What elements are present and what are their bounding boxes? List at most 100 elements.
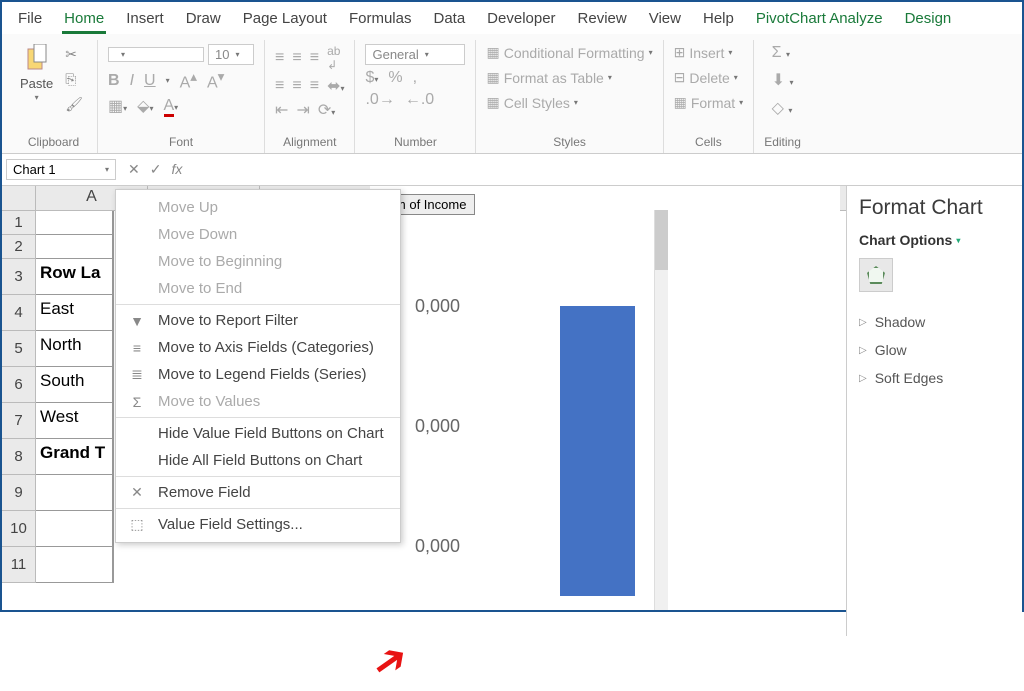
increase-indent-button[interactable]: ⇥ [296, 100, 309, 120]
cell[interactable]: Grand T [36, 439, 114, 475]
cell[interactable]: Row La [36, 259, 114, 295]
ribbon-group-styles: ▦ Conditional Formatting ▾ ▦ Format as T… [476, 40, 663, 153]
row-header[interactable]: 3 [2, 259, 36, 295]
autosum-button[interactable]: Σ ▾ [772, 44, 790, 62]
align-left-button[interactable]: ≡ [275, 77, 284, 95]
tab-page-layout[interactable]: Page Layout [241, 6, 329, 34]
ctx-move-legend-fields[interactable]: ≣Move to Legend Fields (Series) [116, 361, 400, 388]
row-header[interactable]: 8 [2, 439, 36, 475]
tab-view[interactable]: View [647, 6, 683, 34]
decrease-font-button[interactable]: A▾ [207, 69, 224, 92]
clear-button[interactable]: ◇ ▾ [772, 98, 793, 118]
format-cells-button[interactable]: ▦ Format ▾ [674, 94, 744, 111]
vertical-scrollbar[interactable] [654, 210, 668, 610]
row-header[interactable]: 7 [2, 403, 36, 439]
bold-button[interactable]: B [108, 72, 120, 90]
row-header[interactable]: 10 [2, 511, 36, 547]
tab-draw[interactable]: Draw [184, 6, 223, 34]
tab-pivotchart-analyze[interactable]: PivotChart Analyze [754, 6, 885, 34]
ribbon-group-font: ▾ 10▾ B I U▾ A▴ A▾ ▦▾ ⬙▾ A▾ Font [98, 40, 265, 153]
wrap-text-button[interactable]: ab↲ [327, 44, 340, 72]
italic-button[interactable]: I [130, 72, 134, 90]
merge-button[interactable]: ⬌▾ [327, 76, 344, 96]
increase-decimal-button[interactable]: .0→ [365, 91, 394, 109]
fill-color-button[interactable]: ⬙▾ [137, 96, 153, 116]
copy-button[interactable]: ⎘ [61, 69, 87, 90]
increase-font-button[interactable]: A▴ [180, 69, 197, 92]
align-bottom-button[interactable]: ≡ [310, 49, 319, 67]
ctx-hide-all-field-buttons[interactable]: Hide All Field Buttons on Chart [116, 447, 400, 474]
ctx-move-values: ΣMove to Values [116, 388, 400, 415]
accounting-format-button[interactable]: $▾ [365, 69, 378, 87]
align-middle-button[interactable]: ≡ [292, 49, 301, 67]
pivot-chart[interactable]: Sum of Income 0,000 0,000 0,000 [370, 186, 840, 606]
format-painter-button[interactable]: 🖌 [61, 94, 87, 115]
ctx-value-field-settings[interactable]: ⬚Value Field Settings... [116, 511, 400, 538]
decrease-indent-button[interactable]: ⇤ [275, 100, 288, 120]
conditional-formatting-button[interactable]: ▦ Conditional Formatting ▾ [486, 44, 652, 61]
ctx-move-down: Move Down [116, 221, 400, 248]
tab-design[interactable]: Design [903, 6, 954, 34]
ctx-move-beginning: Move to Beginning [116, 248, 400, 275]
comma-button[interactable]: , [413, 69, 417, 87]
cancel-formula-icon[interactable]: ✕ [128, 161, 140, 178]
effects-tab-icon[interactable] [859, 258, 893, 292]
tab-help[interactable]: Help [701, 6, 736, 34]
chart-options-dropdown[interactable]: Chart Options ▾ [859, 232, 1010, 248]
cell-styles-button[interactable]: ▦ Cell Styles ▾ [486, 94, 577, 111]
number-format-selector[interactable]: General▾ [365, 44, 465, 65]
row-header[interactable]: 9 [2, 475, 36, 511]
worksheet[interactable]: A B C D E F G 1 2 3Row La 4East 5North 6… [2, 186, 846, 636]
cut-button[interactable]: ✂ [61, 44, 87, 65]
select-all-corner[interactable] [2, 186, 36, 210]
row-header[interactable]: 6 [2, 367, 36, 403]
row-header[interactable]: 11 [2, 547, 36, 583]
row-header[interactable]: 2 [2, 235, 36, 259]
soft-edges-section[interactable]: ▷Soft Edges [859, 364, 1010, 392]
chart-bar [560, 306, 635, 596]
tab-home[interactable]: Home [62, 6, 106, 34]
row-header[interactable]: 4 [2, 295, 36, 331]
tab-insert[interactable]: Insert [124, 6, 166, 34]
group-label-number: Number [394, 131, 437, 153]
row-header[interactable]: 1 [2, 211, 36, 235]
enter-formula-icon[interactable]: ✓ [150, 161, 162, 178]
decrease-decimal-button[interactable]: ←.0 [405, 91, 434, 109]
ctx-hide-value-field-buttons[interactable]: Hide Value Field Buttons on Chart [116, 420, 400, 447]
cell[interactable]: South [36, 367, 114, 403]
cell[interactable]: West [36, 403, 114, 439]
tab-developer[interactable]: Developer [485, 6, 557, 34]
ctx-remove-field[interactable]: ✕Remove Field [116, 479, 400, 506]
cell[interactable]: East [36, 295, 114, 331]
ctx-move-end: Move to End [116, 275, 400, 302]
glow-section[interactable]: ▷Glow [859, 336, 1010, 364]
tab-data[interactable]: Data [431, 6, 467, 34]
annotation-arrow: ➔ [361, 630, 418, 690]
font-color-button[interactable]: A▾ [164, 97, 179, 115]
orientation-button[interactable]: ⟳▾ [318, 100, 335, 120]
shadow-section[interactable]: ▷Shadow [859, 308, 1010, 336]
ctx-move-axis-fields[interactable]: ≡Move to Axis Fields (Categories) [116, 334, 400, 361]
align-center-button[interactable]: ≡ [292, 77, 301, 95]
insert-cells-button[interactable]: ⊞ Insert ▾ [674, 44, 733, 61]
fx-icon[interactable]: fx [171, 161, 182, 178]
percent-button[interactable]: % [388, 69, 402, 87]
tab-review[interactable]: Review [576, 6, 629, 34]
paste-button[interactable]: Paste▾ [20, 44, 53, 102]
cell[interactable]: North [36, 331, 114, 367]
align-top-button[interactable]: ≡ [275, 49, 284, 67]
delete-cells-button[interactable]: ⊟ Delete ▾ [674, 69, 738, 86]
fill-button[interactable]: ⬇ ▾ [772, 70, 794, 90]
borders-button[interactable]: ▦▾ [108, 96, 127, 116]
name-box[interactable]: Chart 1▾ [6, 159, 116, 180]
tab-file[interactable]: File [16, 6, 44, 34]
ctx-move-report-filter[interactable]: ▼Move to Report Filter [116, 307, 400, 334]
font-name-selector[interactable]: ▾ [108, 47, 204, 62]
font-size-selector[interactable]: 10▾ [208, 44, 254, 65]
group-label-styles: Styles [553, 131, 586, 153]
align-right-button[interactable]: ≡ [310, 77, 319, 95]
format-as-table-button[interactable]: ▦ Format as Table ▾ [486, 69, 611, 86]
underline-button[interactable]: U [144, 72, 156, 90]
row-header[interactable]: 5 [2, 331, 36, 367]
tab-formulas[interactable]: Formulas [347, 6, 414, 34]
